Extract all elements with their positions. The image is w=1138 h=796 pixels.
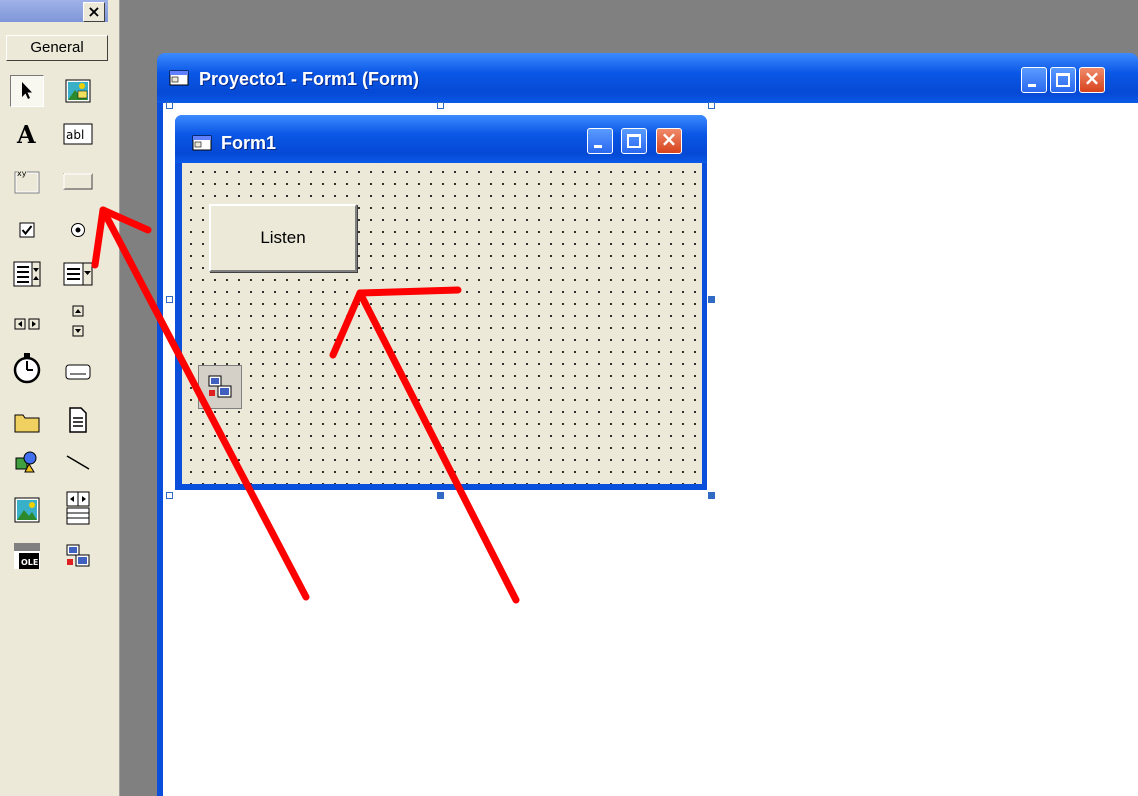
- hscrollbar-icon[interactable]: [10, 308, 44, 340]
- form1-minimize-button[interactable]: [587, 128, 613, 154]
- winsock-icon[interactable]: [61, 540, 95, 572]
- form-window-icon: [169, 70, 189, 91]
- form1-titlebar[interactable]: Form1 ×: [175, 115, 707, 163]
- ole-icon[interactable]: OLE: [10, 540, 44, 572]
- project-minimize-button[interactable]: [1021, 67, 1047, 93]
- image-icon[interactable]: [10, 494, 44, 526]
- project-window-title: Proyecto1 - Form1 (Form): [199, 69, 420, 89]
- combobox-icon[interactable]: [10, 258, 44, 290]
- drivelistbox-icon[interactable]: [61, 356, 95, 388]
- frame-icon[interactable]: xy: [10, 165, 44, 197]
- picturebox-icon[interactable]: [61, 75, 95, 107]
- data-icon[interactable]: [61, 491, 95, 525]
- form1-title: Form1: [221, 133, 277, 153]
- svg-text:A: A: [16, 121, 36, 147]
- filelistbox-icon[interactable]: [61, 404, 95, 436]
- resize-handle-ne: [708, 102, 715, 109]
- checkbox-icon[interactable]: [10, 214, 44, 246]
- label-icon[interactable]: A: [10, 118, 44, 150]
- toolbox-panel: × General A abl xy OLE: [0, 0, 120, 796]
- resize-handle-n: [437, 102, 444, 109]
- resize-handle-nw: [166, 102, 173, 109]
- timer-icon[interactable]: [10, 352, 44, 384]
- svg-text:xy: xy: [17, 169, 27, 178]
- resize-handle-sw: [166, 492, 173, 499]
- project-close-button[interactable]: ×: [1079, 66, 1105, 93]
- resize-handle-w: [166, 296, 173, 303]
- listen-button[interactable]: Listen: [209, 204, 357, 272]
- optionbutton-icon[interactable]: [61, 214, 95, 246]
- resize-handle-s[interactable]: [437, 492, 444, 499]
- toolbox-tab-general[interactable]: General: [6, 35, 108, 61]
- dirlistbox-icon[interactable]: [10, 406, 44, 438]
- resize-handle-e[interactable]: [708, 296, 715, 303]
- form1-maximize-button[interactable]: [621, 128, 647, 154]
- svg-text:OLE: OLE: [21, 558, 38, 567]
- vscrollbar-icon[interactable]: [61, 305, 95, 337]
- commandbutton-icon[interactable]: [61, 165, 95, 197]
- resize-handle-se[interactable]: [708, 492, 715, 499]
- form1-design-grid[interactable]: Listen: [182, 163, 702, 484]
- form-window-icon: [192, 135, 212, 156]
- winsock-control[interactable]: [198, 365, 242, 409]
- winsock-icon: [208, 375, 232, 398]
- svg-text:abl: abl: [66, 128, 84, 142]
- toolbox-close-button[interactable]: ×: [83, 2, 105, 22]
- form1-close-button[interactable]: ×: [656, 127, 682, 154]
- shape-icon[interactable]: [10, 446, 44, 478]
- pointer-icon[interactable]: [10, 75, 44, 107]
- form1-window: Form1 × Listen: [175, 115, 707, 490]
- textbox-icon[interactable]: abl: [61, 118, 95, 150]
- line-icon[interactable]: [61, 446, 95, 478]
- listbox-icon[interactable]: [61, 258, 95, 290]
- project-window-titlebar[interactable]: Proyecto1 - Form1 (Form) ×: [157, 53, 1138, 103]
- project-maximize-button[interactable]: [1050, 67, 1076, 93]
